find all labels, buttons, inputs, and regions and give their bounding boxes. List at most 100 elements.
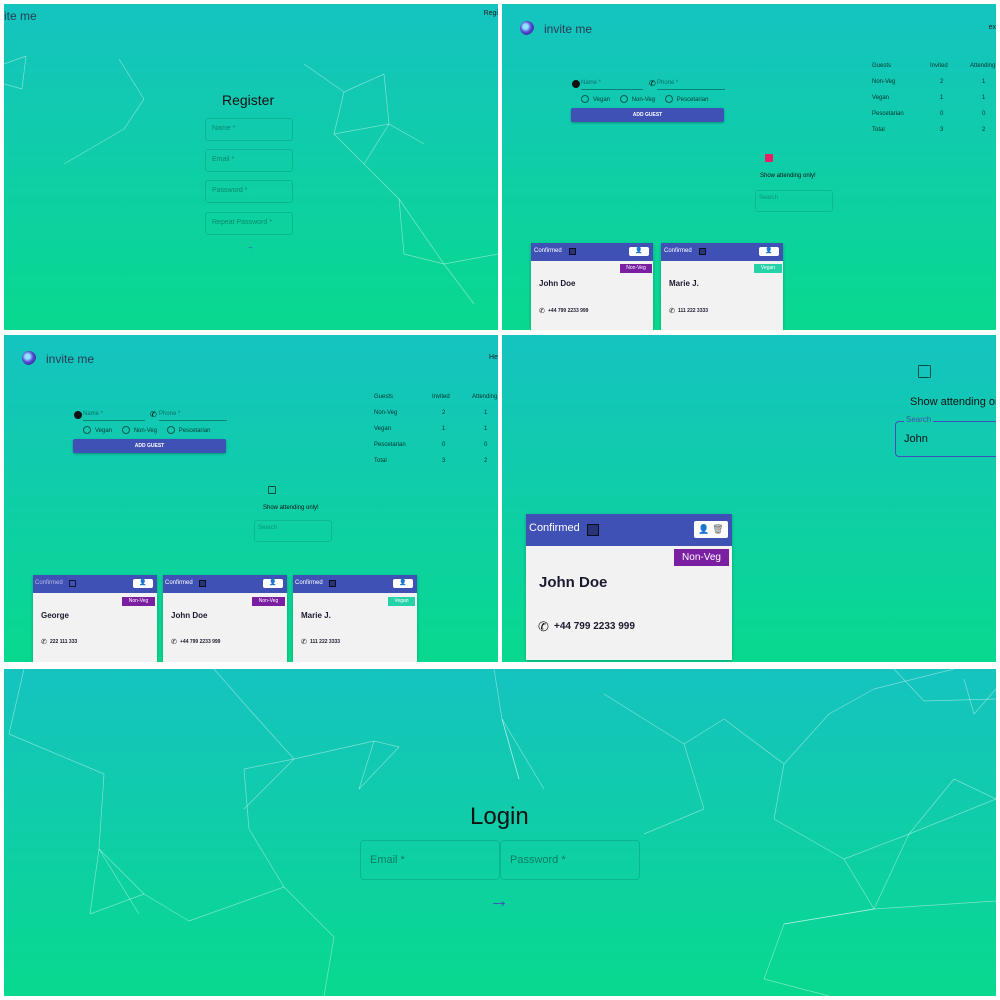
diet-radio-group: Vegan Non-Veg Pescetarian: [581, 95, 716, 103]
phone-icon: ✆: [669, 308, 675, 315]
guest-name: Marie J.: [301, 611, 331, 620]
edit-person-icon[interactable]: 👤: [399, 580, 406, 586]
card-status: Confirmed: [35, 580, 63, 586]
show-attending-checkbox[interactable]: [918, 365, 931, 378]
table-row: Vegan 1 1: [374, 421, 498, 437]
edit-person-icon[interactable]: 👤: [698, 524, 709, 534]
guest-name: John Doe: [171, 611, 208, 620]
radio-circle[interactable]: [664, 95, 673, 103]
card-status: Confirmed: [295, 580, 323, 586]
show-attending-checkbox[interactable]: [765, 154, 773, 162]
confirmed-checkbox[interactable]: [69, 580, 76, 587]
table-cell: 1: [982, 79, 986, 85]
diet-option-pescetarian[interactable]: Pescetarian: [664, 95, 708, 103]
password-field[interactable]: Password *: [205, 180, 293, 203]
card-status: Confirmed: [534, 248, 562, 254]
guest-name: Marie J.: [669, 279, 699, 288]
search-input[interactable]: Search: [254, 520, 332, 542]
name-input[interactable]: Name *: [83, 411, 145, 421]
table-header-row: Guests Invited Attending: [374, 389, 498, 405]
submit-arrow-button[interactable]: →: [489, 890, 509, 913]
card-header: Confirmed 👤: [531, 243, 653, 261]
nav-help-link[interactable]: He: [489, 354, 498, 361]
confirmed-checkbox[interactable]: [199, 580, 206, 587]
dashboard-panel: invite me ex Name * ✆ Phone * Vegan Non-…: [502, 4, 996, 330]
confirmed-checkbox[interactable]: [329, 580, 336, 587]
guest-name: John Doe: [539, 279, 576, 288]
phone-icon: ✆: [538, 619, 549, 634]
edit-person-icon[interactable]: 👤: [765, 248, 772, 254]
guest-phone: 111 222 3333: [678, 308, 709, 314]
table-cell: Total: [374, 458, 387, 464]
edit-person-icon[interactable]: 👤: [269, 580, 276, 586]
show-attending-label: Show attending or: [910, 396, 996, 408]
phone-input[interactable]: Phone *: [159, 411, 227, 421]
search-input[interactable]: Search: [755, 190, 833, 212]
confirmed-checkbox[interactable]: [569, 248, 576, 255]
name-input[interactable]: Name *: [581, 80, 643, 90]
diet-option-vegan[interactable]: Vegan: [581, 95, 610, 103]
table-row: Total 3 2: [374, 453, 498, 469]
table-cell: 1: [982, 95, 986, 101]
add-guest-button[interactable]: ADD GUEST: [571, 108, 724, 122]
diet-option-nonveg[interactable]: Non-Veg: [121, 426, 157, 434]
radio-circle[interactable]: [121, 426, 130, 434]
card-status: Confirmed: [529, 522, 580, 534]
confirmed-checkbox[interactable]: [699, 248, 706, 255]
table-header: Guests: [374, 394, 394, 400]
diet-label: Non-Veg: [631, 96, 656, 103]
table-row: Pescetarian 0 0: [374, 437, 498, 453]
table-cell: 3: [442, 458, 446, 464]
table-cell: 1: [484, 410, 488, 416]
diet-option-nonveg[interactable]: Non-Veg: [619, 95, 656, 103]
email-field[interactable]: Email *: [205, 149, 293, 172]
phone-icon: ✆: [150, 410, 157, 419]
show-attending-label: Show attending only!: [760, 173, 816, 179]
password-field[interactable]: Password *: [500, 840, 640, 880]
submit-arrow-button[interactable]: →: [246, 242, 254, 251]
guest-phone: +44 799 2233 999: [554, 621, 635, 632]
diet-label: Vegan: [95, 427, 113, 434]
table-cell: 2: [484, 458, 488, 464]
guest-card: Confirmed 👤 Non-Veg John Doe ✆ +44 799 2…: [163, 575, 287, 662]
radio-circle[interactable]: [581, 95, 589, 103]
diet-tag: Vegan: [388, 597, 415, 606]
add-guest-button[interactable]: ADD GUEST: [73, 439, 226, 453]
trash-icon[interactable]: 🗑: [712, 524, 723, 534]
radio-circle[interactable]: [166, 426, 175, 434]
repeat-password-field[interactable]: Repeat Password *: [205, 212, 293, 235]
nav-register-link[interactable]: Regi: [484, 10, 498, 17]
table-header-row: Guests Invited Attending: [872, 58, 996, 74]
edit-person-icon[interactable]: 👤: [139, 580, 146, 586]
confirmed-checkbox[interactable]: [587, 524, 599, 536]
show-attending-checkbox[interactable]: [268, 486, 276, 494]
person-icon: [572, 80, 580, 88]
table-row: Pescetarian 0 0: [872, 106, 996, 122]
phone-icon: ✆: [41, 639, 47, 646]
radio-circle[interactable]: [619, 95, 628, 103]
table-cell: 0: [940, 111, 944, 117]
guest-card: Confirmed 👤 🗑 Non-Veg John Doe ✆ +44 799…: [526, 514, 732, 660]
logo-icon: [520, 21, 534, 35]
name-field[interactable]: Name *: [205, 118, 293, 141]
email-field[interactable]: Email *: [360, 840, 500, 880]
diet-label: Pescetarian: [178, 427, 211, 434]
guest-phone: +44 799 2233 999: [180, 639, 221, 645]
phone-input[interactable]: Phone *: [657, 80, 725, 90]
guest-phone: +44 799 2233 999: [548, 308, 589, 314]
card-header: Confirmed 👤 🗑: [526, 514, 732, 546]
nav-exit-link[interactable]: ex: [989, 24, 996, 31]
card-actions: 👤: [393, 579, 413, 588]
diet-option-pescetarian[interactable]: Pescetarian: [166, 426, 211, 434]
edit-person-icon[interactable]: 👤: [635, 248, 642, 254]
radio-circle[interactable]: [83, 426, 91, 434]
show-attending-label: Show attending only!: [263, 505, 319, 511]
table-row: Non-Veg 2 1: [374, 405, 498, 421]
search-input[interactable]: Search John: [895, 415, 996, 457]
guest-phone: 222 111 333: [50, 639, 78, 645]
table-cell: 1: [442, 426, 446, 432]
network-background: [8, 669, 996, 996]
dashboard-panel-all: invite me He Name * ✆ Phone * Vegan Non-…: [4, 335, 498, 662]
diet-option-vegan[interactable]: Vegan: [83, 426, 113, 434]
search-results-panel: Show attending or Search John Confirmed …: [502, 335, 996, 662]
